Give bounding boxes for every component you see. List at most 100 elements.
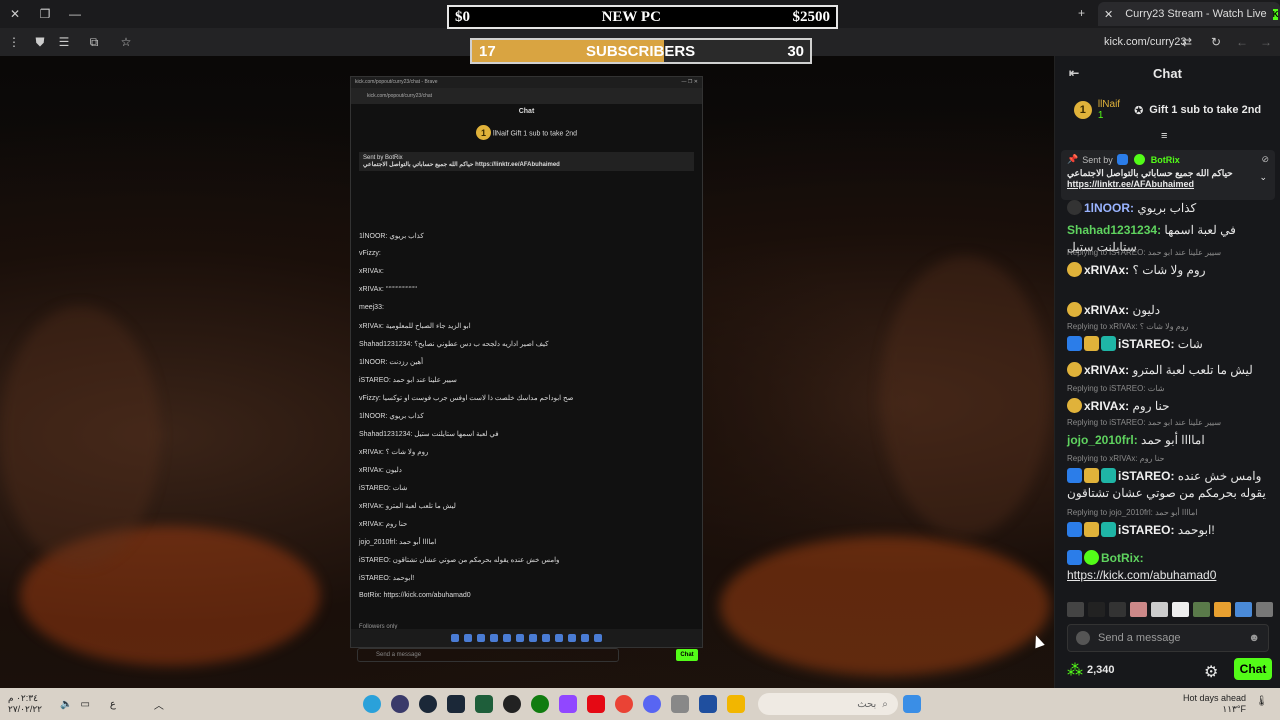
reply-context[interactable]: Replying to iSTAREO: سيير علينا عند ابو … [1067, 418, 1221, 427]
telegram-icon[interactable] [362, 695, 381, 713]
chat-username[interactable]: Shahad1231234 [1067, 223, 1157, 237]
pinned-sent-by: Sent by [1082, 154, 1113, 165]
send-message-input[interactable]: Send a message ☻ [1067, 624, 1269, 652]
filter-icon[interactable]: ≡ [1161, 130, 1167, 142]
reply-context[interactable]: Replying to xRIVAx: حنا روم [1067, 454, 1164, 463]
network-icon[interactable]: ▭ [80, 699, 89, 710]
fire-glow [720, 536, 1050, 676]
expand-pinned-icon[interactable]: ⌄ [1259, 172, 1267, 183]
gift-rank-badge-icon [1067, 262, 1082, 277]
terminal-icon[interactable] [474, 695, 493, 713]
kick-logo-icon: K [1272, 8, 1279, 20]
input-language[interactable]: ع [110, 699, 116, 710]
minimize-window-icon[interactable]: — [60, 7, 90, 21]
chat-username[interactable]: iSTAREO [1118, 337, 1170, 351]
collapse-chat-icon[interactable]: ⇤ [1069, 66, 1079, 80]
emote[interactable] [1130, 602, 1147, 617]
reader-mode-icon[interactable]: ☰ [52, 35, 76, 49]
restore-window-icon[interactable]: ❐ [30, 7, 60, 21]
steam-store-icon[interactable] [446, 695, 465, 713]
tune-icon[interactable]: ⇄ [1182, 35, 1192, 49]
netflix-icon[interactable] [586, 695, 605, 713]
tray-chevron-icon[interactable]: ︿ [154, 697, 164, 712]
pinned-author[interactable]: BotRix [1151, 155, 1180, 165]
chat-username[interactable]: iSTAREO [1118, 469, 1170, 483]
discord-icon[interactable] [642, 695, 661, 713]
chat-text: دليون [1132, 303, 1161, 317]
brave-shield-icon[interactable]: ⛊ [28, 35, 52, 50]
reply-context[interactable]: Replying to xRIVAx: روم ولا شات ؟ [1067, 322, 1188, 331]
send-placeholder: Send a message [1098, 632, 1181, 644]
gifter-name[interactable]: llNaif [1098, 99, 1120, 110]
emote[interactable] [1109, 602, 1126, 617]
emote[interactable] [1151, 602, 1168, 617]
taskbar-clock[interactable]: ٠٢:٣٤ م ٢٧/٠٢/٢٢ [8, 693, 52, 715]
bot-badge-icon [1116, 154, 1128, 165]
stream-video[interactable]: kick.com/popout/curry23/chat - Brave — ❐… [0, 56, 1054, 688]
chat-username[interactable]: BotRix [1101, 551, 1140, 565]
chat-username[interactable]: xRIVAx [1084, 399, 1125, 413]
chat-username[interactable]: xRIVAx [1084, 363, 1125, 377]
new-tab-button[interactable]: + [1078, 6, 1085, 20]
forward-arrow-icon[interactable]: → [1260, 35, 1272, 49]
chat-message: xRIVAx: دليون [1067, 302, 1272, 319]
app-icon[interactable] [390, 695, 409, 713]
more-menu-icon[interactable]: ⋮ [0, 35, 28, 49]
chat-username[interactable]: xRIVAx [1084, 303, 1125, 317]
browser-tab[interactable]: ✕ Curry23 Stream - Watch Live K [1098, 2, 1280, 26]
emote[interactable] [1256, 602, 1273, 617]
channel-points[interactable]: 2,340 [1087, 664, 1115, 676]
chat-username[interactable]: xRIVAx [1084, 263, 1125, 277]
close-window-icon[interactable]: ✕ [0, 7, 30, 21]
epic-icon[interactable] [502, 695, 521, 713]
gift-prompt[interactable]: Gift 1 sub to take 2nd [1149, 104, 1261, 116]
chrome-icon[interactable] [614, 695, 633, 713]
back-arrow-icon[interactable]: ← [1236, 35, 1248, 49]
emote[interactable] [1214, 602, 1231, 617]
captured-message: 1lNOOR: كذاب بريوي [359, 413, 424, 420]
chat-message-list[interactable]: 1lNOOR: كذاب بريوي Shahad1231234: في لعبة… [1055, 200, 1280, 600]
chat-username[interactable]: 1lNOOR [1084, 201, 1130, 215]
reload-icon[interactable]: ↻ [1211, 35, 1221, 49]
unpin-icon[interactable]: ⊘ [1261, 154, 1269, 165]
gift-rank-badge-icon [1067, 302, 1082, 317]
settings-gear-icon[interactable]: ⚙ [1204, 662, 1218, 682]
chat-username[interactable]: jojo_2010frl [1067, 433, 1134, 447]
store-icon[interactable] [670, 695, 689, 713]
captured-message: Shahad1231234: كيف اصير اداريه دلجحه ب د… [359, 341, 549, 348]
emote[interactable] [1193, 602, 1210, 617]
twitch-icon[interactable] [558, 695, 577, 713]
taskbar-search[interactable]: بحث ⌕ [757, 693, 898, 715]
emote[interactable] [1235, 602, 1252, 617]
xbox-icon[interactable] [530, 695, 549, 713]
weather-icon: 🌡 [1255, 696, 1268, 707]
pinned-message: 📌 Sent by BotRix ⊘ حياكم الله جميع حسابا… [1061, 150, 1275, 200]
extensions-icon[interactable]: ⧉ [76, 35, 112, 50]
bookmark-star-icon[interactable]: ☆ [112, 35, 140, 49]
reply-context[interactable]: Replying to iSTAREO: شات [1067, 384, 1164, 393]
pinned-link[interactable]: https://linktr.ee/AFAbuhaimed [1067, 179, 1269, 189]
emote[interactable] [1088, 602, 1105, 617]
emoji-icon[interactable]: ☻ [1248, 632, 1260, 644]
app-icon[interactable] [698, 695, 717, 713]
captured-address: kick.com/popout/curry23/chat [351, 88, 702, 104]
captured-chat-window: kick.com/popout/curry23/chat - Brave — ❐… [350, 76, 703, 662]
reply-context[interactable]: Replying to iSTAREO: سيير علينا عند ابو … [1067, 248, 1221, 257]
file-explorer-icon[interactable] [726, 695, 745, 713]
emote[interactable] [1067, 602, 1084, 617]
url-field[interactable]: kick.com/curry23 [1104, 36, 1187, 48]
chat-text: شات [1177, 337, 1203, 351]
chat-link[interactable]: https://kick.com/abuhamad0 [1067, 567, 1272, 584]
vip-crown-badge-icon [1084, 336, 1099, 351]
chat-username[interactable]: iSTAREO [1118, 523, 1170, 537]
steam-icon[interactable] [418, 695, 437, 713]
moderator-badge-icon [1067, 522, 1082, 537]
windows-start-icon[interactable] [902, 695, 921, 713]
volume-icon[interactable]: 🔈 [60, 699, 72, 710]
chat-send-button[interactable]: Chat [1234, 658, 1272, 680]
weather-widget[interactable]: Hot days ahead ١١٣°F [1183, 693, 1246, 715]
reply-context[interactable]: Replying to jojo_2010frl: اماااا أبو حمد [1067, 508, 1197, 517]
close-tab-icon[interactable]: ✕ [1104, 8, 1113, 21]
emote[interactable] [1172, 602, 1189, 617]
subscriber-badge-icon [1101, 336, 1116, 351]
